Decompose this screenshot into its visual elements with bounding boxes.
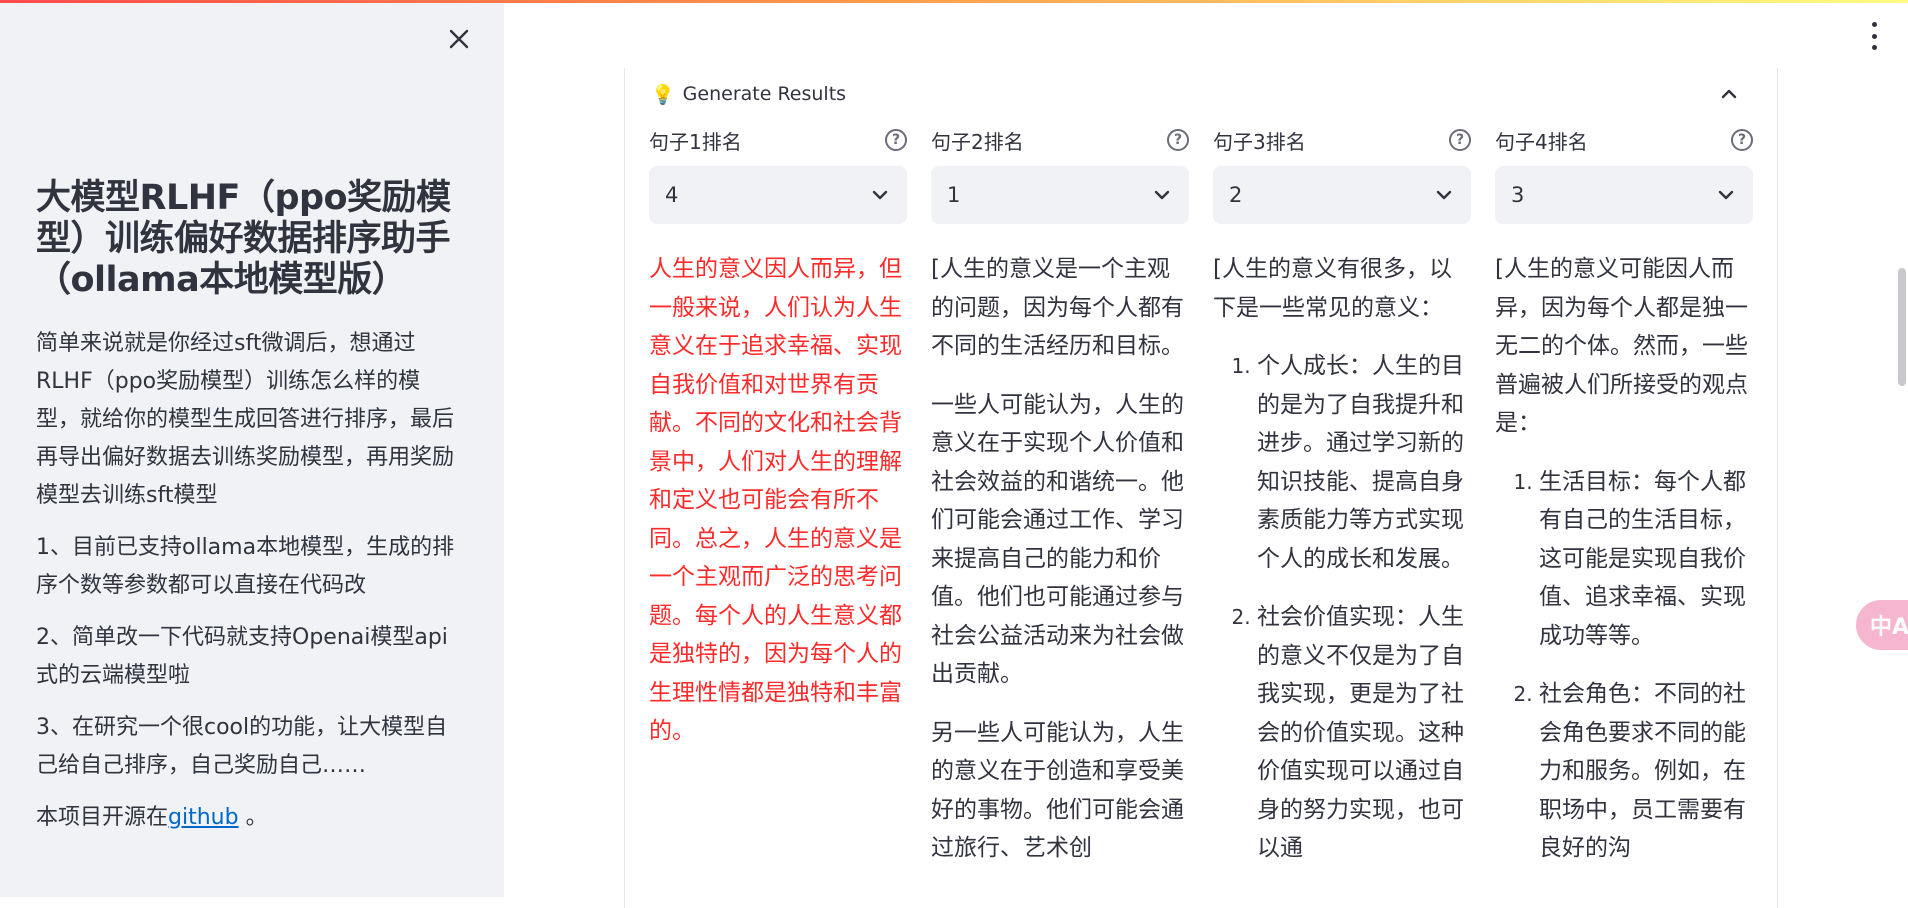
list-item: 个人成长：人生的目的是为了自我提升和进步。通过学习新的知识技能、提高自身素质能力… (1257, 347, 1471, 578)
sentence-list: 生活目标：每个人都有自己的生活目标，这可能是实现自我价值、追求幸福、实现成功等等… (1495, 463, 1753, 868)
rank-select[interactable]: 4 (649, 166, 907, 224)
feature-point-2: 2、简单改一下代码就支持Openai模型api式的云端模型啦 (36, 625, 448, 688)
help-icon[interactable]: ? (1449, 129, 1471, 151)
translate-icon: 中A (1870, 615, 1908, 640)
sidebar-close-button[interactable] (444, 24, 474, 54)
sentence-1-column: 句子1排名 ? 4 人生的意义因人而异，但一般来说，人们认为人生意义在于追求幸福… (649, 124, 907, 771)
close-icon (449, 29, 469, 49)
sentence-2-text: [人生的意义是一个主观的问题，因为每个人都有不同的生活经历和目标。 一些人可能认… (931, 250, 1189, 868)
list-item: 社会角色：不同的社会角色要求不同的能力和服务。例如，在职场中，员工需要有良好的沟 (1539, 675, 1753, 868)
sentence-paragraph: 一些人可能认为，人生的意义在于实现个人价值和社会效益的和谐统一。他们可能会通过工… (931, 391, 1184, 688)
chevron-up-icon (1721, 89, 1737, 99)
top-decoration-bar (0, 0, 1908, 3)
opensource-note: 本项目开源在github 。 (36, 799, 456, 837)
sidebar: 大模型RLHF（ppo奖励模型）训练偏好数据排序助手（ollama本地模型版） … (0, 0, 504, 897)
sentence-paragraph: [人生的意义有很多，以下是一些常见的意义： (1213, 256, 1452, 321)
chevron-down-icon (1154, 190, 1170, 200)
sentence-paragraph: [人生的意义是一个主观的问题，因为每个人都有不同的生活经历和目标。 (931, 256, 1184, 359)
sentence-2-column: 句子2排名 ? 1 [人生的意义是一个主观的问题，因为每个人都有不同的生活经历和… (931, 124, 1189, 888)
sentence-paragraph: 人生的意义因人而异，但一般来说，人们认为人生意义在于追求幸福、实现自我价值和对世… (649, 256, 902, 744)
chevron-down-icon (1718, 190, 1734, 200)
sentence-1-text: 人生的意义因人而异，但一般来说，人们认为人生意义在于追求幸福、实现自我价值和对世… (649, 250, 907, 751)
sentence-4-column: 句子4排名 ? 3 [人生的意义可能因人而异，因为每个人都是独一无二的个体。然而… (1495, 124, 1753, 888)
rank-select[interactable]: 2 (1213, 166, 1471, 224)
expander-header[interactable]: 💡 Generate Results (651, 74, 1751, 114)
rank-select-value: 4 (665, 183, 679, 207)
rank-label: 句子1排名 (649, 129, 742, 154)
github-link[interactable]: github (168, 805, 239, 830)
opensource-prefix: 本项目开源在 (36, 805, 169, 830)
chevron-down-icon (1436, 190, 1452, 200)
main-menu-button[interactable] (1862, 22, 1886, 50)
sentence-paragraph: [人生的意义可能因人而异，因为每个人都是独一无二的个体。然而，一些普遍被人们所接… (1495, 256, 1748, 436)
list-item: 生活目标：每个人都有自己的生活目标，这可能是实现自我价值、追求幸福、实现成功等等… (1539, 463, 1753, 656)
feature-point-3: 3、在研究一个很cool的功能，让大模型自己给自己排序，自己奖励自己…… (36, 715, 448, 778)
menu-dot (1871, 22, 1877, 27)
sentence-4-text: [人生的意义可能因人而异，因为每个人都是独一无二的个体。然而，一些普遍被人们所接… (1495, 250, 1753, 868)
app-title: 大模型RLHF（ppo奖励模型）训练偏好数据排序助手（ollama本地模型版） (36, 178, 451, 300)
sentence-paragraph: 另一些人可能认为，人生的意义在于创造和享受美好的事物。他们可能会通过旅行、艺术创 (931, 719, 1184, 862)
sentence-3-text: [人生的意义有很多，以下是一些常见的意义： 个人成长：人生的目的是为了自我提升和… (1213, 250, 1471, 868)
lightbulb-icon: 💡 (651, 83, 675, 106)
rank-select[interactable]: 1 (931, 166, 1189, 224)
sentence-list: 个人成长：人生的目的是为了自我提升和进步。通过学习新的知识技能、提高自身素质能力… (1213, 347, 1471, 868)
expander-label: Generate Results (682, 83, 847, 105)
rank-label: 句子3排名 (1213, 129, 1306, 154)
rank-select-value: 2 (1229, 183, 1243, 207)
sidebar-content: 大模型RLHF（ppo奖励模型）训练偏好数据排序助手（ollama本地模型版） … (36, 178, 456, 851)
menu-dot (1871, 33, 1877, 39)
feature-point-1: 1、目前已支持ollama本地模型，生成的排序个数等参数都可以直接在代码改 (36, 535, 455, 598)
list-item: 社会价值实现：人生的意义不仅是为了自我实现，更是为了社会的价值实现。这种价值实现… (1257, 598, 1471, 868)
help-icon[interactable]: ? (885, 129, 907, 151)
menu-dot (1871, 45, 1877, 50)
rank-label: 句子4排名 (1495, 129, 1588, 154)
rank-select-value: 1 (947, 183, 961, 207)
opensource-suffix: 。 (238, 805, 268, 830)
help-icon[interactable]: ? (1731, 129, 1753, 151)
rank-select[interactable]: 3 (1495, 166, 1753, 224)
help-icon[interactable]: ? (1167, 129, 1189, 151)
sentence-3-column: 句子3排名 ? 2 [人生的意义有很多，以下是一些常见的意义： 个人成长：人生的… (1213, 124, 1471, 888)
rank-select-value: 3 (1511, 183, 1525, 207)
page-scrollbar[interactable] (1898, 268, 1906, 386)
translate-button[interactable]: 中A (1856, 600, 1908, 650)
rank-label: 句子2排名 (931, 129, 1024, 154)
generate-results-expander: 💡 Generate Results 句子1排名 ? 4 人生的意义因人而异，但… (624, 68, 1778, 908)
app-intro: 简单来说就是你经过sft微调后，想通过RLHF（ppo奖励模型）训练怎么样的模型… (36, 331, 455, 508)
chevron-down-icon (872, 190, 888, 200)
